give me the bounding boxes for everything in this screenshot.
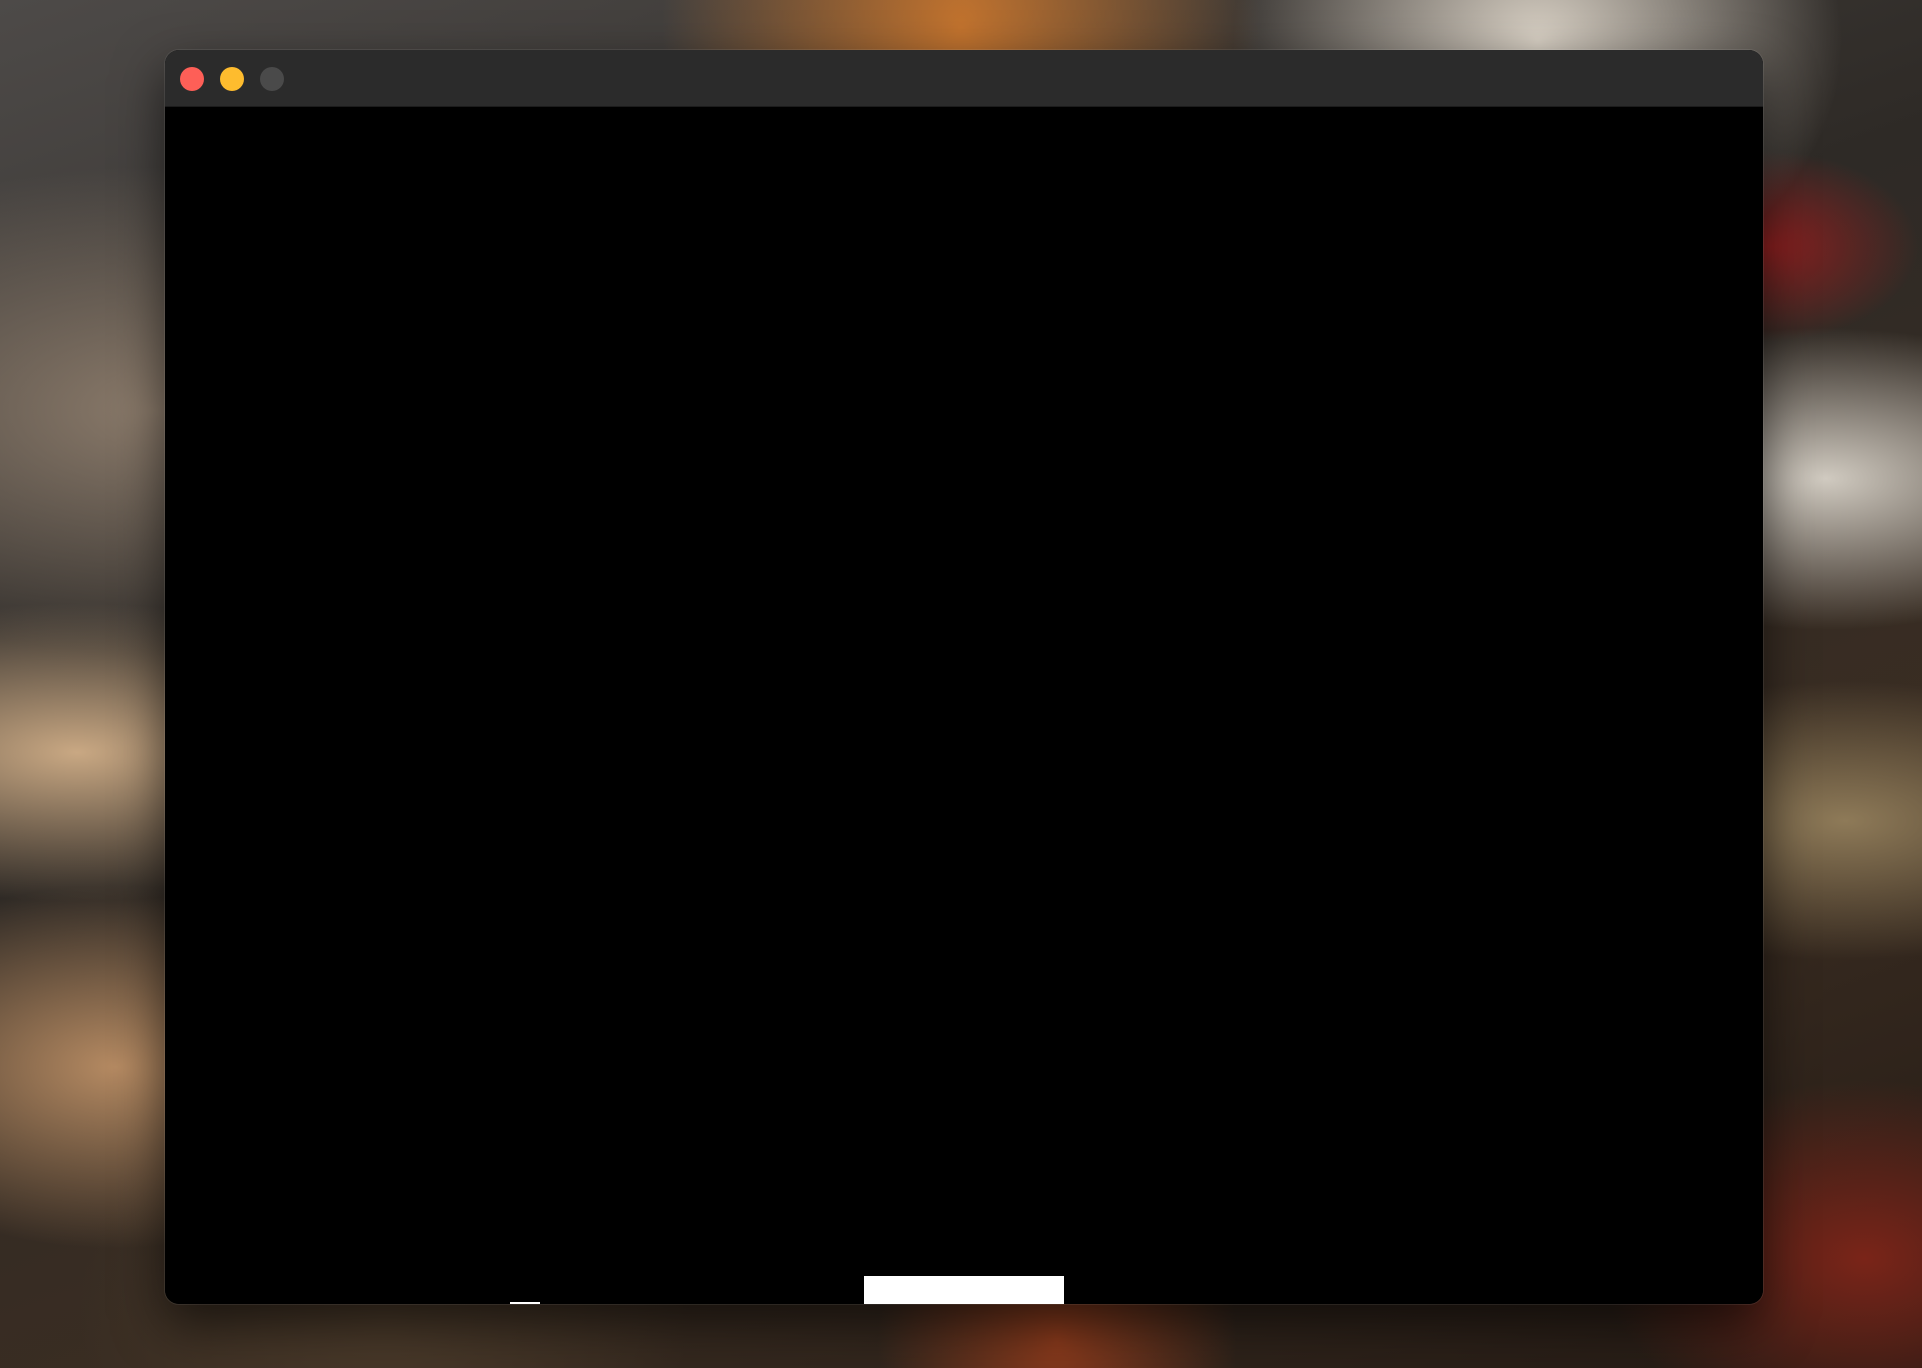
paddle xyxy=(864,1276,1064,1304)
close-window-button[interactable] xyxy=(180,67,204,91)
window-titlebar[interactable] xyxy=(165,50,1763,107)
minimize-window-button[interactable] xyxy=(220,67,244,91)
zoom-window-button xyxy=(260,67,284,91)
game-canvas[interactable] xyxy=(165,107,1763,1304)
ball xyxy=(510,1302,540,1304)
game-window xyxy=(165,50,1763,1304)
